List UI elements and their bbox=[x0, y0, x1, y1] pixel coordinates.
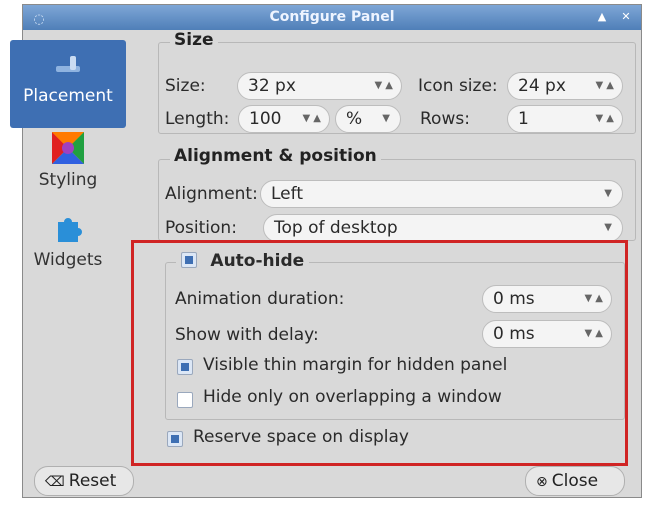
keep-above-icon[interactable]: ▲ bbox=[593, 9, 611, 25]
widgets-icon bbox=[58, 218, 82, 242]
chevron-down-icon[interactable]: ▼ bbox=[604, 215, 612, 241]
reset-button-label: Reset bbox=[68, 471, 117, 491]
backspace-icon: ⌫ bbox=[45, 474, 65, 490]
rows-value: 1 bbox=[518, 109, 529, 129]
length-value: 100 bbox=[249, 109, 282, 129]
sidebar-item-placement[interactable]: Placement bbox=[10, 40, 126, 128]
sidebar-item-widgets[interactable]: Widgets bbox=[10, 212, 126, 282]
length-unit-value: % bbox=[346, 109, 363, 129]
spin-arrows-icon[interactable]: ▼ ▲ bbox=[595, 106, 614, 132]
highlight-frame bbox=[131, 240, 628, 466]
icon-size-label: Icon size: bbox=[418, 76, 498, 96]
alignment-value: Left bbox=[271, 184, 303, 204]
title-bar[interactable]: ◌ Configure Panel ▲ ✕ bbox=[23, 5, 641, 30]
icon-size-spinbox[interactable]: 24 px ▼ ▲ bbox=[507, 72, 623, 100]
alignment-group-title: Alignment & position bbox=[170, 146, 381, 166]
position-label: Position: bbox=[165, 218, 237, 238]
rows-spinbox[interactable]: 1 ▼ ▲ bbox=[507, 105, 623, 133]
spin-arrows-icon[interactable]: ▼ ▲ bbox=[595, 73, 614, 99]
size-label: Size: bbox=[165, 76, 206, 96]
length-label: Length: bbox=[165, 109, 230, 129]
close-circle-icon: ⊗ bbox=[536, 474, 548, 490]
rows-label: Rows: bbox=[420, 109, 470, 129]
placement-icon bbox=[56, 56, 80, 72]
sidebar-item-styling[interactable]: Styling bbox=[10, 132, 126, 202]
size-value: 32 px bbox=[248, 76, 296, 96]
length-unit-combo[interactable]: % ▼ bbox=[335, 105, 401, 133]
close-button-label: Close bbox=[551, 471, 599, 491]
reset-button[interactable]: ⌫ Reset bbox=[34, 466, 134, 496]
position-combo[interactable]: Top of desktop ▼ bbox=[263, 214, 623, 242]
window-menu-icon[interactable]: ◌ bbox=[31, 7, 47, 27]
chevron-down-icon[interactable]: ▼ bbox=[604, 181, 612, 207]
icon-size-value: 24 px bbox=[518, 76, 566, 96]
size-group-title: Size bbox=[170, 30, 218, 50]
spin-arrows-icon[interactable]: ▼ ▲ bbox=[302, 106, 321, 132]
chevron-down-icon[interactable]: ▼ bbox=[382, 106, 390, 132]
size-spinbox[interactable]: 32 px ▼ ▲ bbox=[237, 72, 402, 100]
window-title: Configure Panel bbox=[269, 9, 395, 25]
spin-arrows-icon[interactable]: ▼ ▲ bbox=[374, 73, 393, 99]
close-button[interactable]: ⊗ Close bbox=[525, 466, 625, 496]
alignment-label: Alignment: bbox=[165, 184, 258, 204]
close-window-icon[interactable]: ✕ bbox=[617, 9, 635, 25]
sidebar: Placement Styling Widgets bbox=[10, 40, 126, 460]
position-value: Top of desktop bbox=[274, 218, 398, 238]
length-spinbox[interactable]: 100 ▼ ▲ bbox=[238, 105, 330, 133]
alignment-combo[interactable]: Left ▼ bbox=[260, 180, 623, 208]
styling-icon bbox=[52, 132, 84, 164]
